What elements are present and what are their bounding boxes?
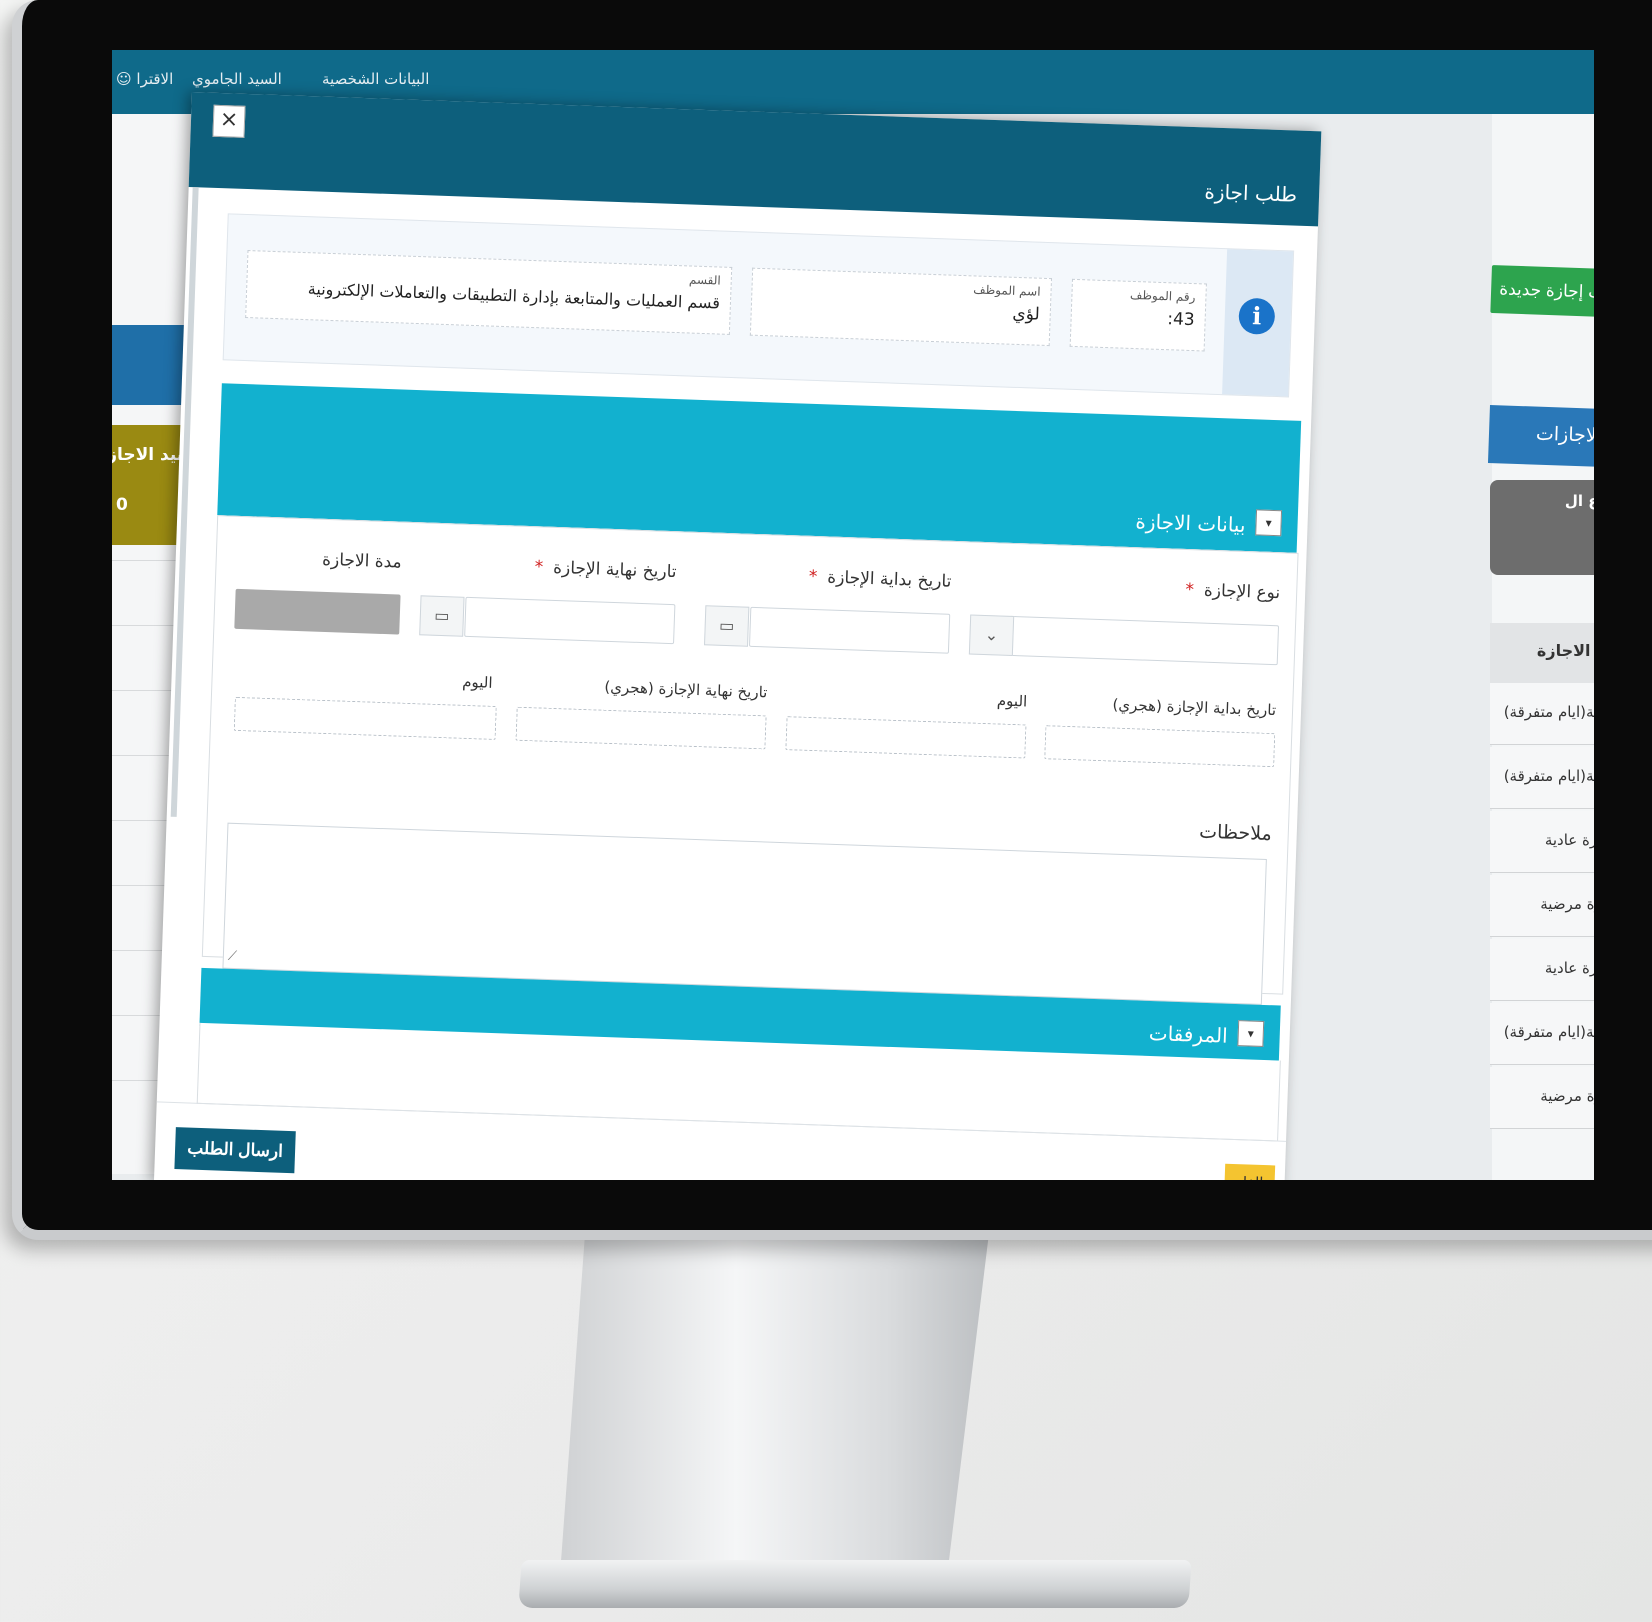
topbar-profile[interactable]: البيانات الشخصية (322, 70, 429, 88)
leave-type-table-header: نوع الاجازة (1490, 623, 1594, 683)
duration-label: مدة الاجازة (321, 549, 403, 573)
leave-type-label: نوع الإجازة* (1185, 579, 1281, 604)
leave-request-modal: طلب اجازة × i رقم الموظف 43: اسم الموظف … (153, 92, 1322, 1180)
screen: الاقترا ☺ السيد الجاموي البيانات الشخصية… (112, 50, 1594, 1180)
start-hijri-input[interactable] (1044, 725, 1276, 768)
leave-type-select[interactable] (1007, 615, 1280, 666)
duration-field (234, 588, 401, 635)
calendar-icon[interactable]: ▭ (704, 605, 750, 647)
employee-name-label: اسم الموظف (973, 282, 1041, 299)
chevron-down-icon[interactable]: ▾ (1237, 1020, 1265, 1047)
balance-card: مجموع ال (1490, 480, 1594, 575)
cancel-button[interactable]: الغاء (1223, 1163, 1276, 1180)
start-day-label: اليوم (996, 691, 1028, 711)
employee-name-field: اسم الموظف لؤي (749, 267, 1053, 347)
calendar-icon[interactable]: ▭ (419, 595, 465, 637)
end-date-label: تاريخ نهاية الإجازة* (534, 557, 677, 583)
monitor-bezel: الاقترا ☺ السيد الجاموي البيانات الشخصية… (12, 0, 1652, 1240)
modal-title: طلب اجازة (1204, 179, 1298, 207)
table-row[interactable]: إجازة عادية (1490, 811, 1594, 873)
table-row[interactable]: إجازة مرضية (1490, 875, 1594, 937)
employee-number-value: 43: (1166, 309, 1195, 331)
chevron-down-icon[interactable]: ⌄ (968, 614, 1015, 656)
start-date-label: تاريخ بداية الإجازة* (808, 566, 952, 592)
end-day-input[interactable] (233, 696, 497, 740)
table-row[interactable]: إجازة مرضية (1490, 1067, 1594, 1129)
end-hijri-label: تاريخ نهاية الإجازة (هجري) (604, 677, 768, 702)
section-title-leave: بيانات الاجازة (1135, 509, 1246, 538)
notes-label: ملاحظات (1198, 820, 1273, 846)
balance-header: رصيد الاجازات (1487, 405, 1594, 470)
start-day-input[interactable] (785, 716, 1027, 759)
employee-number-field: رقم الموظف 43: (1069, 278, 1207, 352)
employee-name-value: لؤي (1012, 303, 1041, 325)
resize-handle-icon[interactable]: ⟋ (228, 949, 238, 964)
table-row[interactable]: إجازة عادية(ايام متفرقة) (1490, 683, 1594, 745)
stand-base (518, 1560, 1192, 1608)
info-side: i (1222, 249, 1294, 397)
new-leave-label: طلب إجازة جديدة (1498, 279, 1594, 303)
topbar-suggestions[interactable]: الاقترا ☺ (116, 70, 173, 88)
send-request-button[interactable]: ارسال الطلب (174, 1127, 296, 1174)
employee-info-box: i رقم الموظف 43: اسم الموظف لؤي القسم قس… (222, 213, 1295, 398)
table-row[interactable]: إجازة عادية(ايام متفرقة) (1490, 1003, 1594, 1065)
end-hijri-input[interactable] (515, 706, 767, 750)
stand-neck (560, 1215, 992, 1575)
chevron-down-icon[interactable]: ▾ (1255, 509, 1283, 537)
employee-number-label: رقم الموظف (1129, 287, 1196, 305)
start-hijri-label: تاريخ بداية الإجازة (هجري) (1112, 695, 1277, 720)
section-title-attachments: المرفقات (1148, 1020, 1229, 1048)
leave-section-panel: نوع الإجازة* تاريخ بداية الإجازة* تاريخ … (201, 515, 1299, 1005)
close-icon[interactable]: × (212, 104, 246, 138)
table-row[interactable]: إجازة عادية (1490, 939, 1594, 1001)
bg-left-card-value: 0 (116, 495, 128, 515)
department-field: القسم قسم العمليات والمتابعة بإدارة التط… (245, 250, 733, 335)
end-day-label: اليوم (461, 672, 493, 692)
end-date-input[interactable] (464, 596, 676, 645)
table-row[interactable]: إجازة عادية(ايام متفرقة) (1490, 747, 1594, 809)
info-icon: i (1238, 297, 1276, 335)
new-leave-button[interactable]: ⊞ طلب إجازة جديدة (1490, 265, 1594, 319)
start-date-input[interactable] (748, 606, 951, 654)
topbar-user[interactable]: السيد الجاموي (192, 70, 282, 88)
